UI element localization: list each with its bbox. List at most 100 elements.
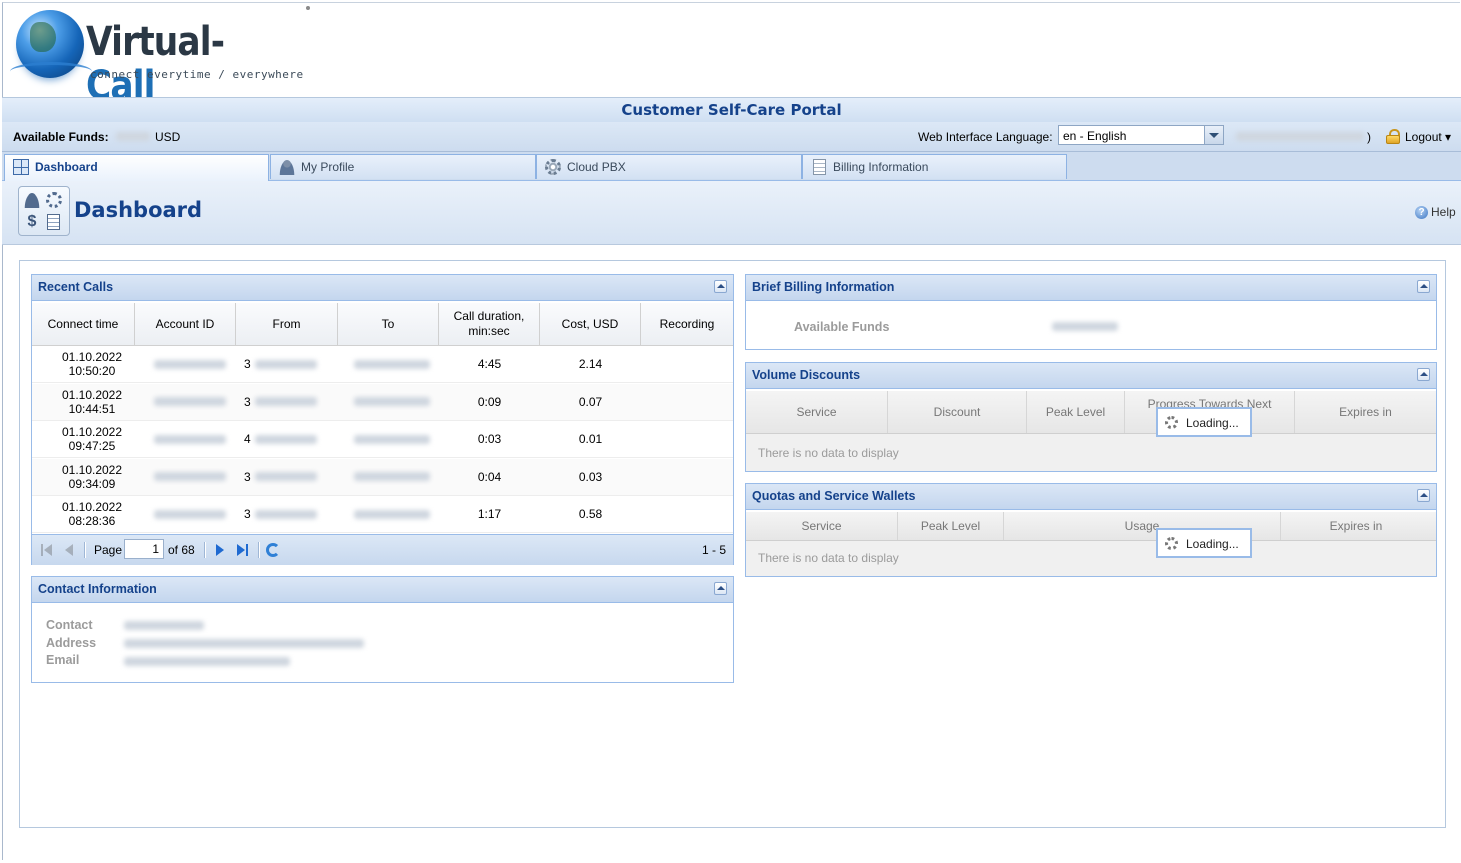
table-row[interactable]: 01.10.2022 10:44:51 3 0:09 0.07: [32, 383, 733, 421]
connect-time-cell: 01.10.2022 09:34:09: [61, 462, 123, 491]
collapse-icon[interactable]: [1417, 368, 1430, 381]
cost-cell: 2.14: [578, 357, 603, 371]
globe-icon: [10, 10, 92, 78]
to-cell: [344, 384, 440, 420]
column-header[interactable]: Peak Level: [1027, 391, 1125, 433]
from-cell: 3: [244, 496, 338, 532]
table-row[interactable]: 01.10.2022 10:50:20 3 4:45 2.14: [32, 346, 733, 383]
main-tabstrip: Dashboard My Profile Cloud PBX Billing I…: [2, 152, 1461, 181]
separator: [204, 542, 206, 558]
tab-dashboard[interactable]: Dashboard: [4, 154, 269, 181]
duration-cell: 4:45: [477, 357, 502, 371]
account-id-cell: [144, 346, 236, 382]
dot-icon: [306, 6, 310, 10]
tab-billing-information[interactable]: Billing Information: [802, 154, 1067, 179]
to-cell: [344, 346, 440, 382]
document-icon: [47, 214, 60, 230]
last-page-icon[interactable]: [235, 543, 249, 557]
recording-cell: [641, 459, 733, 495]
panel-title: Volume Discounts: [752, 368, 861, 382]
connect-time-cell: 01.10.2022 08:28:36: [61, 500, 123, 528]
document-icon: [813, 159, 826, 175]
loading-indicator: Loading...: [1156, 528, 1252, 558]
quotas-body: There is no data to display: [746, 541, 1436, 576]
refresh-icon[interactable]: [266, 543, 280, 557]
brand-name: Virtual-Call: [86, 19, 225, 109]
tab-my-profile[interactable]: My Profile: [270, 154, 536, 179]
account-id-cell: [144, 384, 236, 420]
column-header[interactable]: Recording: [641, 303, 733, 345]
volume-discounts-body: There is no data to display: [746, 434, 1436, 471]
separator: [84, 542, 86, 558]
page-number-input[interactable]: 1: [124, 539, 164, 559]
duration-cell: 1:17: [477, 507, 502, 521]
collapse-icon[interactable]: [714, 582, 727, 595]
chevron-down-icon[interactable]: [1204, 126, 1223, 144]
from-cell: 3: [244, 459, 338, 495]
recording-cell: [641, 496, 733, 532]
page-count: of 68: [168, 543, 195, 557]
panel-header: Brief Billing Information: [746, 275, 1436, 301]
panel-header: Contact Information: [32, 577, 733, 603]
column-header[interactable]: Service: [746, 512, 898, 540]
available-funds-value: [1052, 322, 1118, 331]
column-header[interactable]: Cost, USD: [540, 303, 641, 345]
recent-calls-pager: Page 1 of 68 1 - 5: [32, 534, 733, 565]
tab-cloud-pbx[interactable]: Cloud PBX: [536, 154, 802, 179]
table-row[interactable]: 01.10.2022 09:34:09 3 0:04 0.03: [32, 458, 733, 496]
table-row[interactable]: 01.10.2022 08:28:36 3 1:17 0.58: [32, 496, 733, 533]
brand-logo[interactable]: Virtual-Call connect everytime / everywh…: [10, 10, 316, 108]
gear-icon: [545, 159, 561, 175]
quotas-header: Service Peak Level Usage Expires in: [746, 512, 1436, 541]
user-icon: [24, 192, 40, 208]
column-header[interactable]: Connect time: [32, 303, 135, 345]
column-header[interactable]: To: [338, 303, 439, 345]
recording-cell: [641, 346, 733, 382]
column-header[interactable]: Call duration, min:sec: [439, 303, 540, 345]
previous-page-icon[interactable]: [62, 543, 76, 557]
table-row[interactable]: 01.10.2022 09:47:25 4 0:03 0.01: [32, 421, 733, 458]
empty-message: There is no data to display: [758, 551, 899, 565]
column-header[interactable]: From: [236, 303, 338, 345]
quotas-panel: Quotas and Service Wallets Service Peak …: [745, 483, 1437, 577]
cost-cell: 0.03: [578, 469, 603, 484]
duration-cell: 0:04: [477, 469, 502, 484]
connect-time-cell: 01.10.2022 09:47:25: [61, 425, 123, 453]
email-value: [124, 657, 290, 666]
volume-discounts-panel: Volume Discounts Service Discount Peak L…: [745, 362, 1437, 472]
column-header[interactable]: Expires in: [1295, 391, 1436, 433]
volume-discounts-header: Service Discount Peak Level Progress Tow…: [746, 391, 1436, 434]
help-icon: ?: [1415, 206, 1428, 219]
dollar-icon: $: [27, 213, 37, 230]
available-funds-value: [116, 132, 150, 141]
panel-header: Volume Discounts: [746, 363, 1436, 389]
to-cell: [344, 421, 440, 457]
recent-calls-panel: Recent Calls Connect time Account ID Fro…: [31, 274, 734, 565]
column-header[interactable]: Account ID: [135, 303, 236, 345]
language-select[interactable]: en - English: [1058, 125, 1224, 145]
column-header[interactable]: Service: [746, 391, 888, 433]
column-header[interactable]: Discount: [888, 391, 1027, 433]
recording-cell: [641, 384, 733, 420]
user-icon: [279, 159, 295, 175]
collapse-icon[interactable]: [714, 280, 727, 293]
brand-tagline: connect everytime / everywhere: [90, 68, 304, 81]
to-cell: [344, 496, 440, 532]
account-id-cell: [144, 496, 236, 532]
next-page-icon[interactable]: [213, 543, 227, 557]
collapse-icon[interactable]: [1417, 280, 1430, 293]
panel-header: Quotas and Service Wallets: [746, 484, 1436, 510]
column-header[interactable]: Expires in: [1281, 512, 1431, 540]
first-page-icon[interactable]: [40, 543, 54, 557]
to-cell: [344, 459, 440, 495]
cost-cell: 0.01: [578, 432, 603, 446]
address-label: Address: [46, 636, 97, 650]
panel-header: Recent Calls: [32, 275, 733, 301]
duration-cell: 0:03: [477, 432, 502, 446]
panel-title: Recent Calls: [38, 280, 114, 294]
collapse-icon[interactable]: [1417, 489, 1430, 502]
brief-billing-panel: Brief Billing Information Available Fund…: [745, 274, 1437, 350]
page-label: Page: [94, 543, 123, 557]
column-header[interactable]: Peak Level: [898, 512, 1004, 540]
panel-title: Brief Billing Information: [752, 280, 895, 294]
